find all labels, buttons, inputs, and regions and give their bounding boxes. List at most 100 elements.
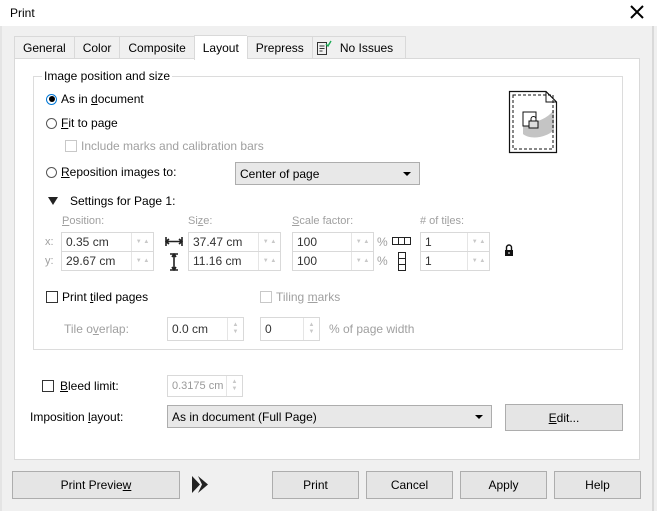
- x-label: x:: [45, 236, 54, 248]
- percent-label-x: %: [377, 235, 388, 249]
- tab-bar: General Color Composite Layout Prepress …: [14, 35, 407, 60]
- close-button[interactable]: [624, 0, 650, 24]
- y-label: y:: [45, 255, 54, 267]
- radio-button[interactable]: [46, 93, 57, 105]
- checkbox-tiling-marks[interactable]: Tiling marks: [260, 290, 340, 304]
- image-position-group: Image position and size As in document F…: [33, 69, 623, 350]
- spin-arrows[interactable]: ▼ ▲: [131, 252, 153, 270]
- radio-reposition[interactable]: Reposition images to:: [46, 165, 176, 179]
- radio-as-in-document[interactable]: As in document: [46, 92, 144, 106]
- tab-no-issues[interactable]: No Issues: [311, 36, 407, 59]
- tab-label: General: [23, 40, 66, 55]
- position-x-input[interactable]: 0.35 cm ▼ ▲: [61, 232, 154, 252]
- spin-arrows[interactable]: ▲ ▼: [226, 376, 242, 396]
- width-input[interactable]: 37.47 cm ▼ ▲: [188, 232, 281, 252]
- input-value: 1: [425, 235, 432, 249]
- chevron-down-icon: [475, 414, 483, 419]
- group-title: Image position and size: [42, 69, 173, 83]
- tiles-y-input[interactable]: 1 ▼ ▲: [420, 251, 490, 271]
- radio-label: Fit to page: [61, 116, 118, 130]
- checkbox[interactable]: [42, 380, 54, 392]
- spin-arrows[interactable]: ▼ ▲: [131, 233, 153, 251]
- height-input[interactable]: 11.16 cm ▼ ▲: [188, 251, 281, 271]
- input-value: 100: [297, 254, 318, 268]
- reposition-select[interactable]: Center of page: [235, 162, 420, 185]
- window-title: Print: [10, 6, 35, 20]
- triangle-down-icon: [48, 197, 58, 205]
- edit-button[interactable]: Edit...: [505, 404, 623, 431]
- spin-arrows[interactable]: ▼ ▲: [467, 252, 489, 270]
- spin-arrows[interactable]: ▼ ▲: [467, 233, 489, 251]
- checklist-icon: [316, 40, 332, 56]
- checkbox-label: Bleed limit:: [60, 379, 119, 393]
- settings-expander[interactable]: Settings for Page 1:: [48, 194, 175, 208]
- spin-arrows[interactable]: ▲ ▼: [227, 318, 243, 340]
- bleed-limit-input[interactable]: 0.3175 cm ▲ ▼: [167, 375, 243, 397]
- input-value: 11.16 cm: [193, 254, 242, 268]
- button-label: Cancel: [390, 478, 429, 492]
- position-label: Position:: [62, 215, 105, 227]
- select-value: Center of page: [240, 166, 320, 181]
- window-border-left: [0, 26, 2, 511]
- button-label: Print Preview: [60, 478, 132, 492]
- checkbox-bleed-limit[interactable]: Bleed limit:: [42, 379, 119, 393]
- radio-label: Reposition images to:: [61, 165, 177, 179]
- input-value: 37.47 cm: [193, 235, 243, 249]
- lock-icon[interactable]: [504, 244, 514, 257]
- width-arrows-icon: [165, 237, 183, 246]
- tab-color[interactable]: Color: [73, 36, 120, 59]
- input-value: 1: [425, 254, 432, 268]
- radio-button[interactable]: [46, 117, 57, 129]
- print-button[interactable]: Print: [272, 471, 359, 499]
- checkbox-label: Print tiled pages: [62, 290, 149, 304]
- tab-layout[interactable]: Layout: [193, 35, 247, 60]
- size-label: Size:: [188, 215, 213, 227]
- apply-button[interactable]: Apply: [460, 471, 547, 499]
- spin-arrows[interactable]: ▼ ▲: [258, 233, 280, 251]
- imposition-label: Imposition layout:: [30, 410, 124, 424]
- tab-composite[interactable]: Composite: [119, 36, 194, 59]
- tab-general[interactable]: General: [14, 36, 74, 59]
- cancel-button[interactable]: Cancel: [366, 471, 453, 499]
- scale-x-input[interactable]: 100 ▼ ▲: [292, 232, 374, 252]
- tab-label: Layout: [202, 41, 239, 55]
- settings-label: Settings for Page 1:: [70, 194, 176, 208]
- button-label: Help: [585, 478, 610, 492]
- radio-fit-to-page[interactable]: Fit to page: [46, 116, 118, 130]
- position-y-input[interactable]: 29.67 cm ▼ ▲: [61, 251, 154, 271]
- chevron-down-icon: [403, 171, 411, 176]
- spin-arrows[interactable]: ▼ ▲: [351, 233, 373, 251]
- spin-arrows[interactable]: ▼ ▲: [258, 252, 280, 270]
- input-value: 0.0 cm: [172, 322, 209, 336]
- layout-panel: Image position and size As in document F…: [14, 58, 640, 460]
- radio-button[interactable]: [46, 166, 57, 178]
- imposition-select[interactable]: As in document (Full Page): [167, 405, 492, 428]
- print-preview-button[interactable]: Print Preview: [12, 471, 180, 499]
- tile-overlap-input[interactable]: 0.0 cm ▲ ▼: [167, 317, 244, 341]
- percent-label-y: %: [377, 254, 388, 268]
- input-value: 0.3175 cm: [172, 380, 224, 392]
- close-x-icon: [630, 5, 644, 19]
- input-value: 0: [265, 322, 272, 336]
- tile-overlap-label: Tile overlap:: [64, 322, 129, 336]
- checkbox-include-marks[interactable]: Include marks and calibration bars: [65, 139, 264, 153]
- checkbox[interactable]: [260, 291, 272, 303]
- tiles-x-input[interactable]: 1 ▼ ▲: [420, 232, 490, 252]
- vertical-tiles-icon: [398, 252, 406, 271]
- button-label: Edit...: [548, 410, 580, 425]
- page-width-input[interactable]: 0 ▲ ▼: [260, 317, 320, 341]
- horizontal-tiles-icon: [392, 237, 411, 245]
- checkbox-print-tiled[interactable]: Print tiled pages: [46, 290, 148, 304]
- input-value: 29.67 cm: [66, 254, 116, 268]
- tab-label: Prepress: [255, 40, 304, 55]
- tab-prepress[interactable]: Prepress: [246, 36, 312, 59]
- checkbox[interactable]: [65, 140, 77, 152]
- help-button[interactable]: Help: [554, 471, 641, 499]
- scale-y-input[interactable]: 100 ▼ ▲: [292, 251, 374, 271]
- spin-arrows[interactable]: ▲ ▼: [303, 318, 319, 340]
- spin-arrows[interactable]: ▼ ▲: [351, 252, 373, 270]
- checkbox[interactable]: [46, 291, 58, 303]
- page-preview-icon: [508, 90, 558, 154]
- radio-label: As in document: [61, 92, 144, 106]
- expand-preview-icon[interactable]: [191, 476, 209, 493]
